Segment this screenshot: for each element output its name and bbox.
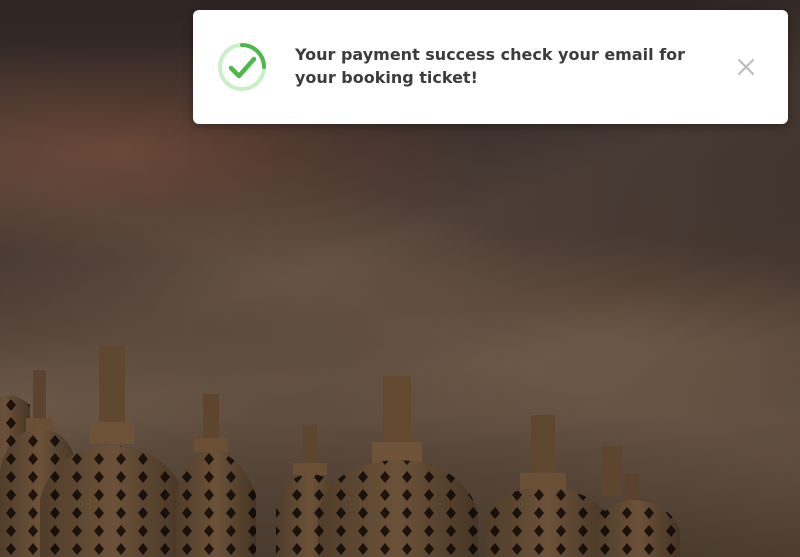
stupa-8	[598, 446, 680, 557]
toast-message: Your payment success check your email fo…	[295, 45, 686, 87]
stupa-6	[318, 376, 478, 557]
stupa-7	[486, 415, 610, 557]
close-icon[interactable]	[733, 54, 759, 80]
check-circle-icon	[217, 42, 267, 92]
payment-success-toast: Your payment success check your email fo…	[193, 10, 788, 124]
app-screen: Your payment success check your email fo…	[0, 0, 800, 557]
stupa-4	[176, 394, 256, 557]
